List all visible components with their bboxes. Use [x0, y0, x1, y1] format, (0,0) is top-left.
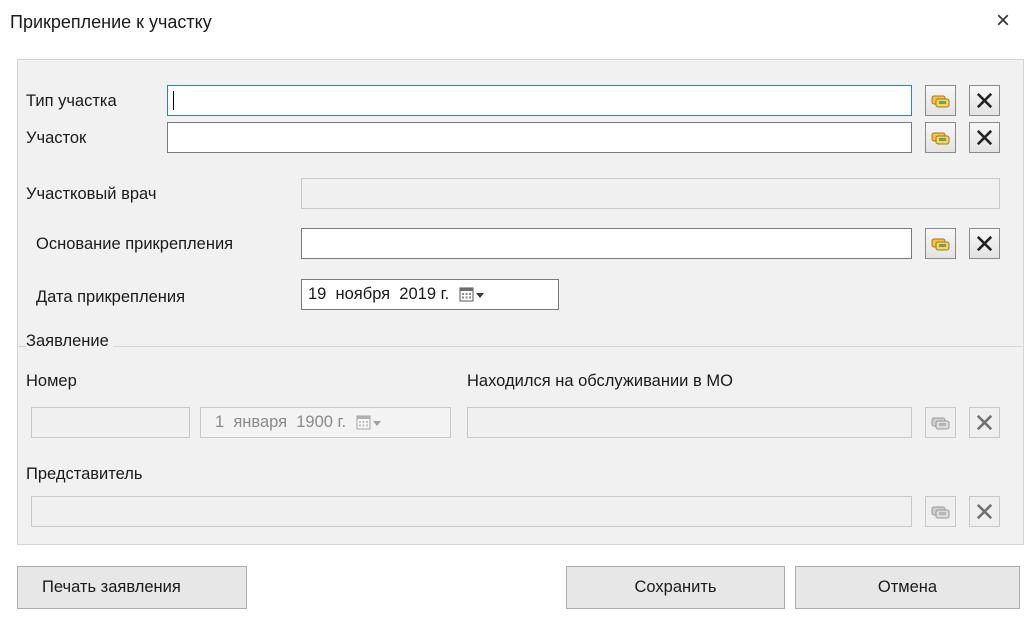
previous-mo-label: Находился на обслуживании в МО	[467, 372, 733, 390]
basis-clear-button[interactable]: ✕	[969, 228, 1000, 259]
representative-clear-button: ✕	[969, 496, 1000, 527]
clear-icon: ✕	[973, 122, 996, 153]
lookup-icon	[931, 132, 949, 144]
close-icon[interactable]: ×	[996, 8, 1010, 34]
previous-mo-lookup-button	[925, 407, 956, 438]
number-date-picker: 1 января 1900 г.	[200, 407, 451, 438]
form-panel: Тип участка ✕ Участок ✕ Участковый врач …	[17, 59, 1024, 545]
previous-mo-field	[467, 407, 912, 438]
site-clear-button[interactable]: ✕	[969, 122, 1000, 153]
site-type-clear-button[interactable]: ✕	[969, 85, 1000, 116]
site-type-input[interactable]	[167, 85, 912, 116]
site-label: Участок	[26, 129, 87, 147]
site-input[interactable]	[167, 122, 912, 153]
print-statement-button[interactable]: Печать заявления	[17, 566, 247, 609]
attach-date-label: Дата прикрепления	[36, 288, 186, 306]
cancel-button[interactable]: Отмена	[795, 566, 1020, 609]
attach-date-value: 19 ноября 2019 г.	[308, 285, 450, 303]
clear-icon: ✕	[973, 496, 996, 527]
representative-label: Представитель	[26, 465, 143, 483]
clear-icon: ✕	[973, 228, 996, 259]
lookup-icon	[931, 238, 949, 250]
clear-icon: ✕	[973, 407, 996, 438]
lookup-icon	[931, 506, 949, 518]
doctor-label: Участковый врач	[26, 185, 157, 203]
number-field	[31, 407, 190, 438]
lookup-icon	[931, 417, 949, 429]
calendar-dropdown-icon	[356, 415, 384, 431]
text-caret	[173, 91, 174, 110]
dialog-title: Прикрепление к участку	[10, 12, 212, 32]
clear-icon: ✕	[973, 85, 996, 116]
attach-date-picker[interactable]: 19 ноября 2019 г.	[301, 279, 559, 310]
save-button[interactable]: Сохранить	[566, 566, 785, 609]
calendar-dropdown-icon[interactable]	[459, 287, 487, 303]
statement-group-label: Заявление	[26, 332, 113, 351]
basis-label: Основание прикрепления	[36, 235, 234, 253]
basis-input[interactable]	[301, 228, 912, 259]
previous-mo-clear-button: ✕	[969, 407, 1000, 438]
site-type-lookup-button[interactable]	[925, 85, 956, 116]
number-date-value: 1 января 1900 г.	[215, 413, 347, 431]
lookup-icon	[931, 95, 949, 107]
site-lookup-button[interactable]	[925, 122, 956, 153]
representative-field	[31, 496, 912, 527]
doctor-field	[301, 178, 1000, 209]
statement-group-divider	[18, 346, 1023, 347]
site-type-label: Тип участка	[26, 92, 117, 110]
number-label: Номер	[26, 372, 77, 390]
representative-lookup-button	[925, 496, 956, 527]
basis-lookup-button[interactable]	[925, 228, 956, 259]
